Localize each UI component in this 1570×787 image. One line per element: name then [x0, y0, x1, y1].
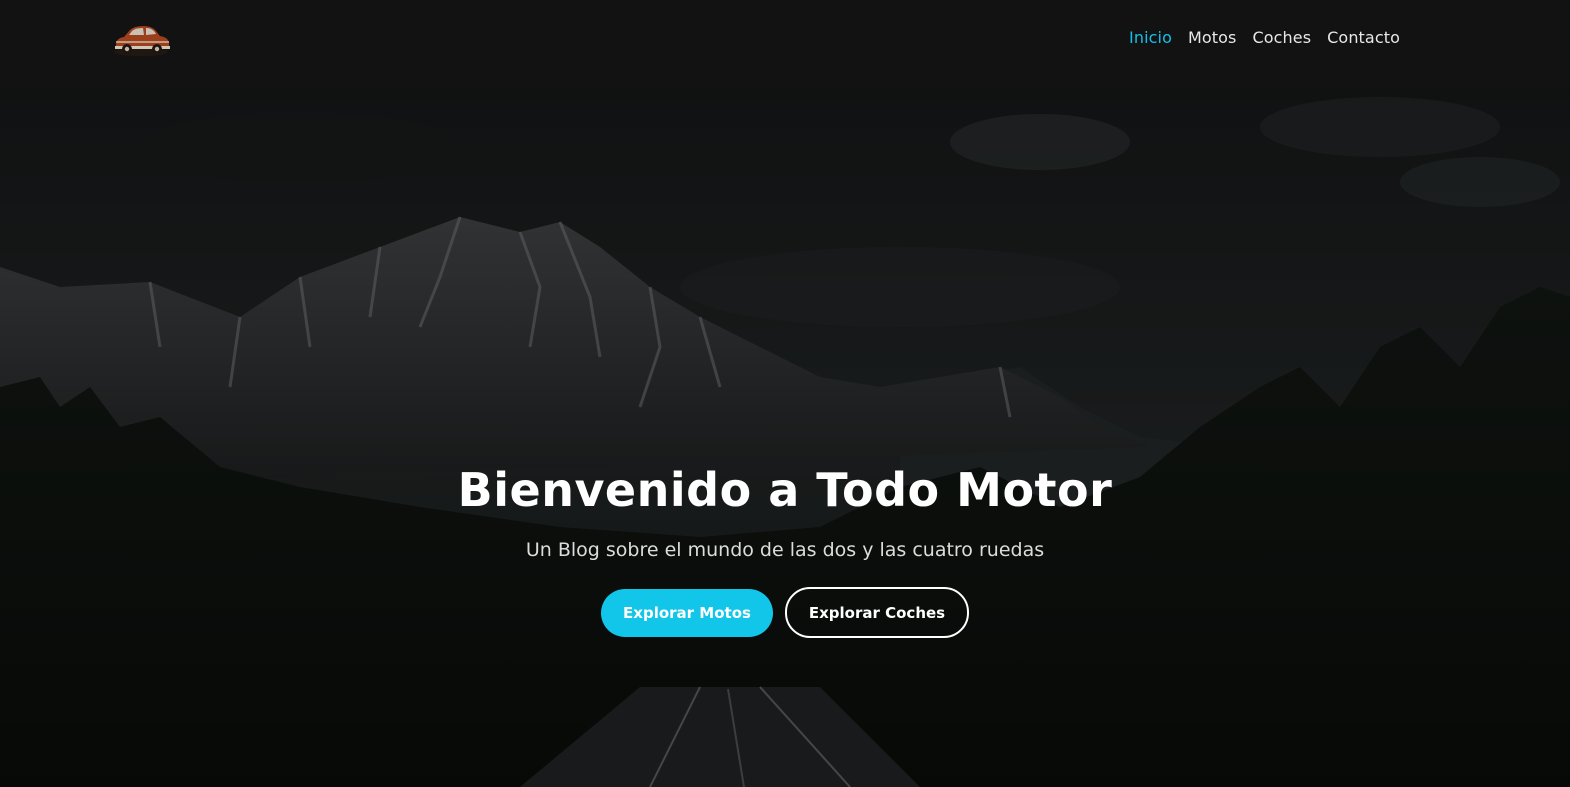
hero-title: Bienvenido a Todo Motor: [457, 463, 1113, 517]
nav-link-motos[interactable]: Motos: [1188, 28, 1237, 47]
vintage-car-icon[interactable]: [110, 18, 172, 60]
hero-content: Bienvenido a Todo Motor Un Blog sobre el…: [0, 463, 1570, 638]
nav-link-coches[interactable]: Coches: [1252, 28, 1311, 47]
hero-background-image: [0, 87, 1570, 787]
navbar: Inicio Motos Coches Contacto: [0, 0, 1570, 87]
nav-link-inicio[interactable]: Inicio: [1129, 28, 1172, 47]
explore-motos-button[interactable]: Explorar Motos: [601, 589, 773, 637]
hero-subtitle: Un Blog sobre el mundo de las dos y las …: [525, 539, 1045, 561]
main-navigation: Inicio Motos Coches Contacto: [1129, 28, 1400, 47]
nav-link-contacto[interactable]: Contacto: [1327, 28, 1400, 47]
explore-coches-button[interactable]: Explorar Coches: [785, 587, 969, 638]
hero-buttons: Explorar Motos Explorar Coches: [0, 587, 1570, 638]
hero-section: Bienvenido a Todo Motor Un Blog sobre el…: [0, 87, 1570, 787]
